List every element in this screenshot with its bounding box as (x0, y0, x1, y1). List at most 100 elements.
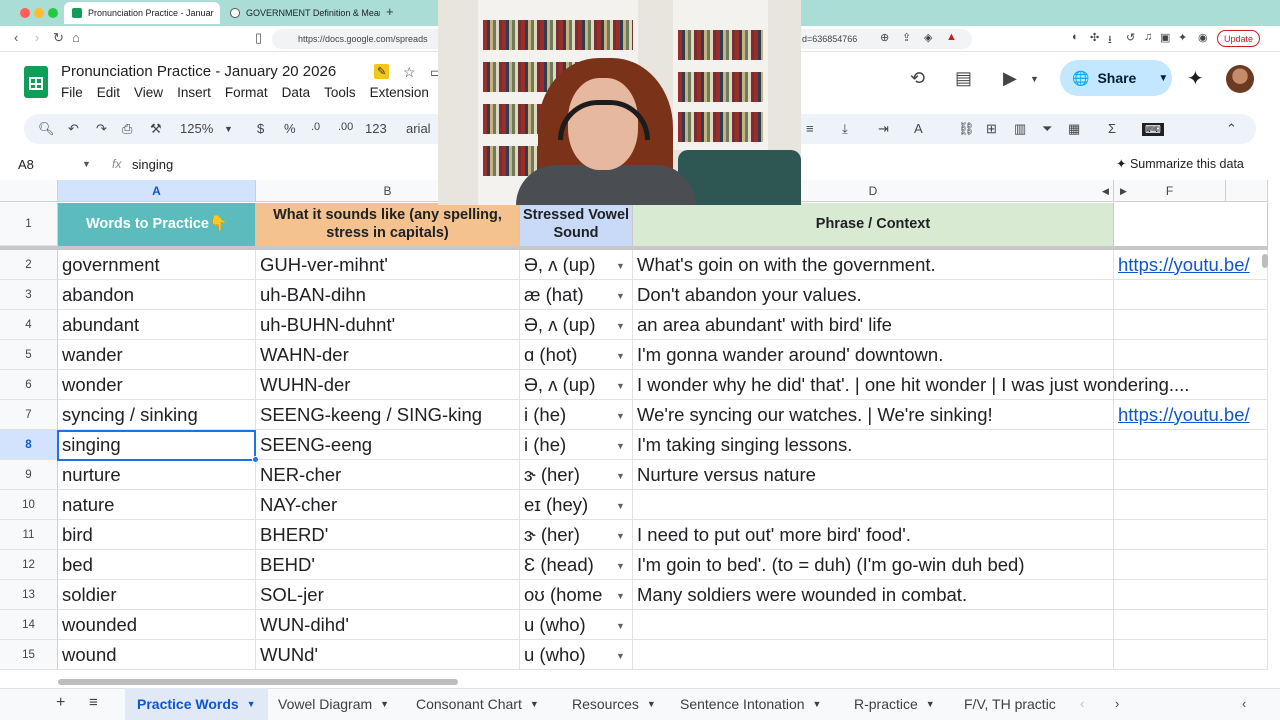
browser-tab-active[interactable]: Pronunciation Practice - Januar ✕ (64, 2, 220, 24)
row-header[interactable]: 11 (0, 520, 58, 550)
cell-sounds-like[interactable]: NER-cher (256, 460, 520, 490)
cell-phrase[interactable] (633, 640, 1114, 670)
cell-word[interactable]: abandon (58, 280, 256, 310)
cell-sounds-like[interactable]: uh-BAN-dihn (256, 280, 520, 310)
gemini-icon[interactable]: ✦ (1187, 66, 1204, 91)
cell-phrase[interactable]: I'm goin to bed'. (to = duh) (I'm go-win… (633, 550, 1114, 580)
vowel-dropdown-icon[interactable]: ▼ (616, 471, 625, 481)
sidebar-icon[interactable]: ▣ (1160, 31, 1170, 44)
cell-link[interactable] (1114, 580, 1268, 610)
paint-format-icon[interactable]: ⚒ (150, 121, 162, 137)
cell-sounds-like[interactable]: WAHN-der (256, 340, 520, 370)
shield-icon[interactable]: ◈ (924, 31, 932, 44)
vowel-dropdown-icon[interactable]: ▼ (616, 441, 625, 451)
new-tab-icon[interactable]: + (386, 4, 394, 19)
cell-word[interactable]: wounded (58, 610, 256, 640)
browser-tab[interactable]: GOVERNMENT Definition & Meanin ✕ (222, 2, 380, 24)
cell-phrase[interactable]: I wonder why he did' that'. | one hit wo… (633, 370, 1189, 400)
star-icon[interactable]: ☆ (403, 64, 416, 81)
currency-format-button[interactable]: $ (257, 121, 264, 136)
cell-sounds-like[interactable]: BHERD' (256, 520, 520, 550)
keyboard-icon[interactable]: ⌨ (1142, 123, 1164, 136)
wrap-icon[interactable]: ⇥ (878, 121, 889, 137)
share-button[interactable]: 🌐 Share ▼ (1060, 60, 1172, 96)
vowel-dropdown-icon[interactable]: ▼ (616, 381, 625, 391)
zoom-icon[interactable]: ⊕ (880, 31, 889, 44)
vowel-dropdown-icon[interactable]: ▼ (616, 621, 625, 631)
sheet-tab-consonant-chart[interactable]: Consonant Chart ▼ (404, 688, 551, 720)
minimize-window-button[interactable] (34, 8, 44, 18)
vertical-scrollbar[interactable] (1262, 254, 1268, 268)
update-button[interactable]: Update (1217, 30, 1261, 47)
cell-link[interactable] (1114, 340, 1268, 370)
number-format-button[interactable]: 123 (365, 121, 387, 136)
cell-phrase[interactable]: We're syncing our watches. | We're sinki… (633, 400, 1114, 430)
cell-sounds-like[interactable]: NAY-cher (256, 490, 520, 520)
increase-decimal-button[interactable]: .00 (338, 121, 353, 133)
cell-sounds-like[interactable]: WUNd' (256, 640, 520, 670)
cell-sounds-like[interactable]: WUN-dihd' (256, 610, 520, 640)
vowel-dropdown-icon[interactable]: ▼ (616, 351, 625, 361)
cell-link[interactable] (1114, 280, 1268, 310)
scroll-tabs-right-icon[interactable]: › (1115, 696, 1119, 711)
meet-dropdown-icon[interactable]: ▼ (1030, 74, 1039, 84)
select-all-corner[interactable] (0, 180, 58, 202)
download-icon[interactable]: ⭳ (1108, 31, 1112, 50)
history-icon[interactable]: ⟲ (910, 68, 925, 89)
sheet-tab-fv-th-practice[interactable]: F/V, TH practic (952, 688, 1056, 720)
cell-sounds-like[interactable]: SEENG-keeng / SING-king (256, 400, 520, 430)
row-header[interactable]: 15 (0, 640, 58, 670)
cell-link[interactable]: https://youtu.be/ (1114, 400, 1268, 430)
column-header-a[interactable]: A (58, 180, 256, 202)
cell-sounds-like[interactable]: WUHN-der (256, 370, 520, 400)
vowel-dropdown-icon[interactable]: ▼ (616, 291, 625, 301)
name-box[interactable]: A8 (18, 157, 34, 172)
cell-phrase[interactable]: What's goin on with the government. (633, 250, 1114, 280)
zoom-select[interactable]: 125% (180, 121, 213, 136)
menu-format[interactable]: Format (225, 85, 268, 100)
percent-format-button[interactable]: % (284, 121, 296, 136)
sheet-tab-sentence-intonation[interactable]: Sentence Intonation ▼ (668, 688, 833, 720)
cell-link[interactable] (1114, 310, 1268, 340)
row-header[interactable]: 14 (0, 610, 58, 640)
document-title[interactable]: Pronunciation Practice - January 20 2026 (61, 63, 336, 80)
cell-word[interactable]: wander (58, 340, 256, 370)
cell-phrase[interactable] (633, 610, 1114, 640)
menu-tools[interactable]: Tools (324, 85, 356, 100)
cell-word[interactable]: nurture (58, 460, 256, 490)
sheet-tab-dropdown-icon[interactable]: ▼ (647, 699, 656, 709)
puzzle-icon[interactable]: ✣ (1090, 31, 1099, 44)
cell-phrase[interactable]: I'm gonna wander around' downtown. (633, 340, 1114, 370)
sheet-tab-dropdown-icon[interactable]: ▼ (530, 699, 539, 709)
cell-word[interactable]: government (58, 250, 256, 280)
cell-sounds-like[interactable]: SEENG-eeng (256, 430, 520, 460)
cell-word[interactable]: syncing / sinking (58, 400, 256, 430)
cell-word[interactable]: bird (58, 520, 256, 550)
sheet-tab-r-practice[interactable]: R-practice ▼ (842, 688, 947, 720)
all-sheets-icon[interactable]: ≡ (89, 694, 98, 711)
chart-icon[interactable]: ▥ (1014, 121, 1026, 137)
undo-icon[interactable]: ↶ (68, 121, 79, 137)
row-header[interactable]: 10 (0, 490, 58, 520)
search-icon[interactable]: 🔍︎ (38, 121, 55, 137)
add-sheet-icon[interactable]: + (56, 694, 65, 712)
valign-icon[interactable]: ⤓ (842, 121, 848, 137)
menu-view[interactable]: View (134, 85, 163, 100)
extension-icon[interactable]: ◐ (1072, 31, 1079, 43)
row-header[interactable]: 12 (0, 550, 58, 580)
filter-views-icon[interactable]: ▦ (1068, 121, 1080, 137)
vowel-dropdown-icon[interactable]: ▼ (616, 501, 625, 511)
vowel-dropdown-icon[interactable]: ▼ (616, 531, 625, 541)
cell-word[interactable]: soldier (58, 580, 256, 610)
row-header[interactable]: 8 (0, 430, 58, 460)
reload-icon[interactable]: ↻ (53, 30, 64, 46)
menu-edit[interactable]: Edit (97, 85, 120, 100)
link-icon[interactable]: ⛓ (958, 121, 975, 137)
sheet-tab-dropdown-icon[interactable]: ▼ (380, 699, 389, 709)
column-header-g[interactable] (1226, 180, 1268, 202)
sheet-tab-dropdown-icon[interactable]: ▼ (247, 699, 256, 709)
print-icon[interactable]: ⎙ (122, 121, 132, 137)
scroll-right-col-icon[interactable]: ▶ (1120, 186, 1127, 197)
cell-sounds-like[interactable]: uh-BUHN-duhnt' (256, 310, 520, 340)
redo-icon[interactable]: ↷ (96, 121, 107, 137)
